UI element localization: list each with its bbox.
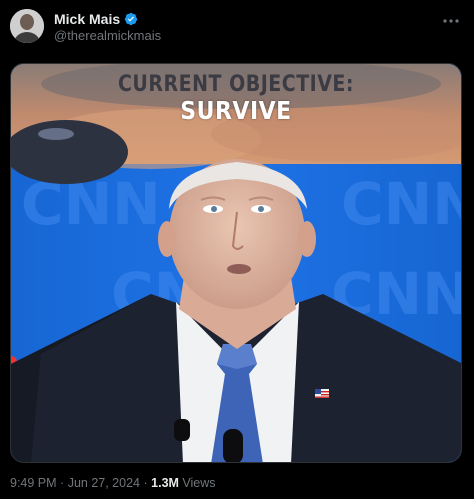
author-display-name[interactable]: Mick Mais [54,11,120,27]
post-media-image[interactable]: CNN CNN CNN CNN [10,63,462,463]
avatar[interactable] [10,9,44,43]
verified-badge-icon [125,12,138,26]
post-date[interactable]: Jun 27, 2024 [68,476,140,490]
meta-separator: · [60,476,65,490]
post-header: Mick Mais @therealmickmais [10,9,464,45]
views-count[interactable]: 1.3M [151,476,179,490]
author-handle[interactable]: @therealmickmais [54,28,161,43]
author-name-row: Mick Mais [54,11,138,27]
meta-separator: · [143,476,148,490]
caption-line-1: CURRENT OBJECTIVE: [117,71,355,97]
post-time[interactable]: 9:49 PM [10,476,57,490]
avatar-photo [10,9,44,43]
views-label: Views [182,476,216,490]
more-options-icon[interactable] [442,13,460,29]
svg-text:CNN: CNN [341,170,462,238]
post-meta: 9:49 PM · Jun 27, 2024 · 1.3M Views [10,476,216,490]
caption-line-2: SURVIVE [180,97,292,126]
